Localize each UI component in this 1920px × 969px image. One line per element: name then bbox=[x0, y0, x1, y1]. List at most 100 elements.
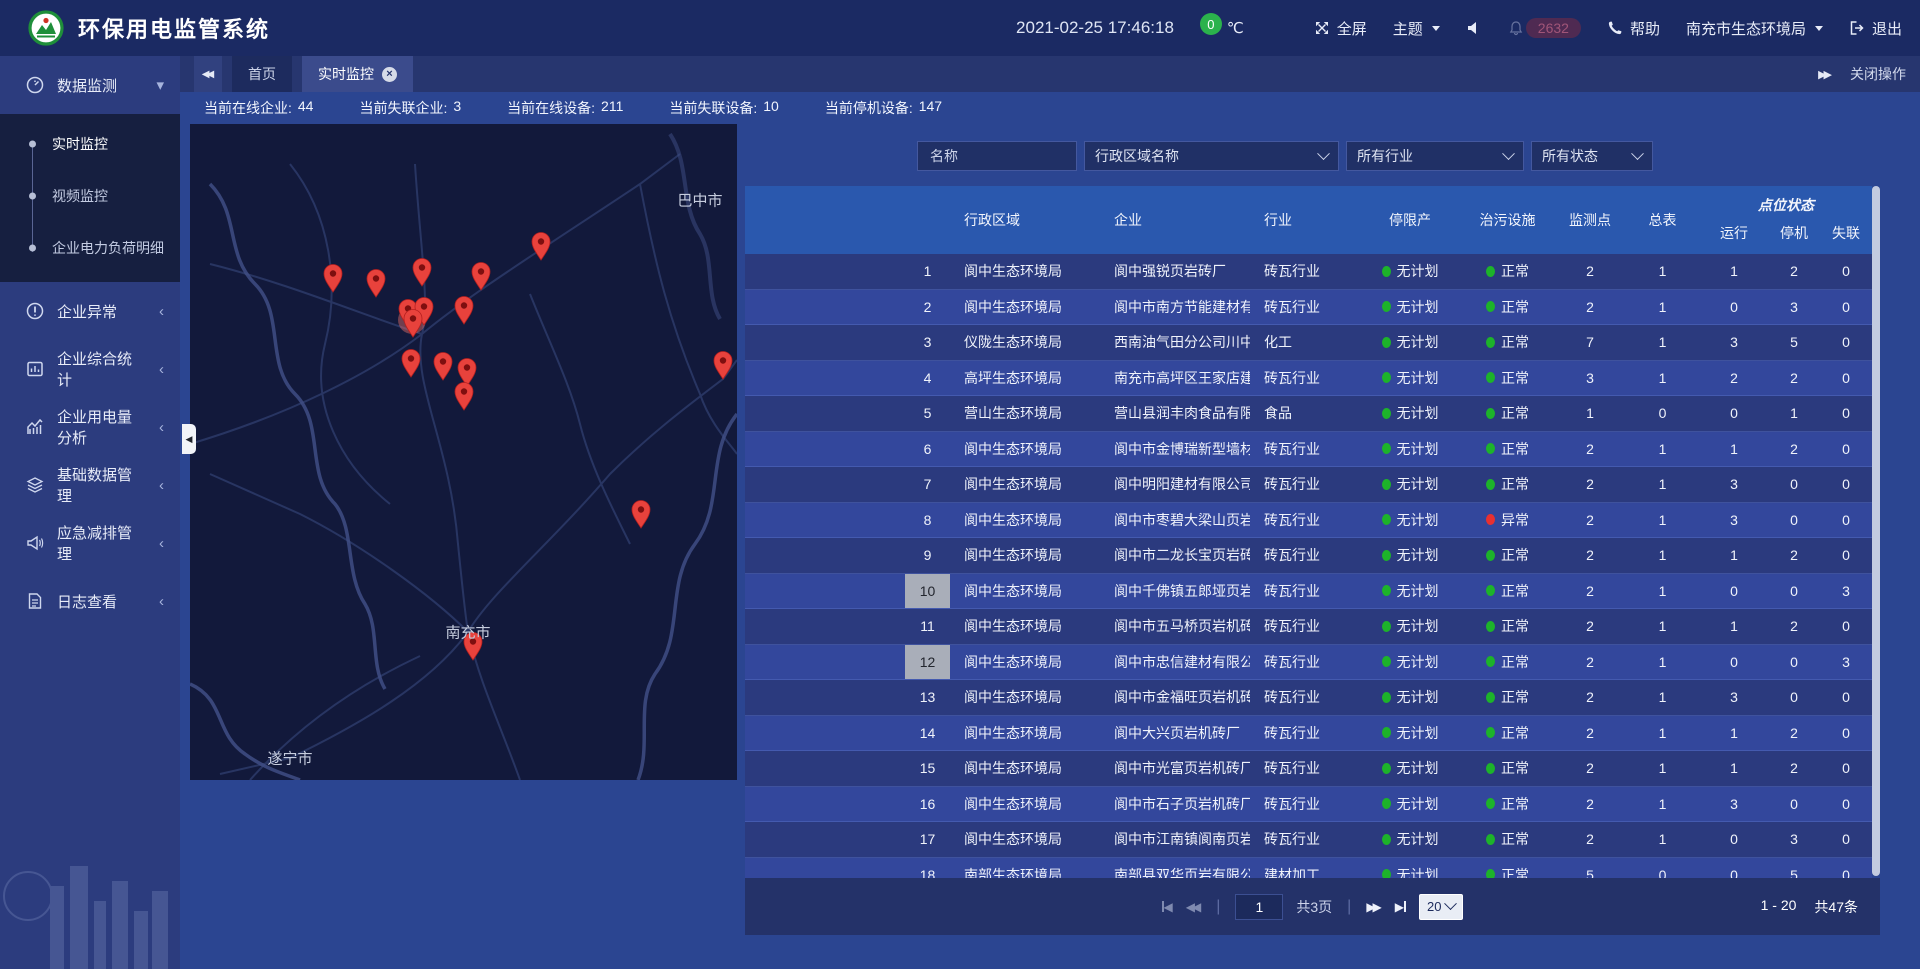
next-page-button[interactable]: ▶▶ bbox=[1366, 900, 1381, 914]
page-number-input[interactable] bbox=[1235, 894, 1283, 920]
mute-button[interactable] bbox=[1466, 20, 1482, 36]
sidebar-collapse-handle[interactable]: ◀ bbox=[182, 424, 196, 454]
cell-stopped: 2 bbox=[1768, 441, 1820, 457]
row-number: 17 bbox=[905, 822, 950, 857]
app-logo-icon bbox=[28, 10, 64, 46]
table-row[interactable]: 8 阆中生态环境局 阆中市枣碧大梁山页岩 砖瓦行业 无计划 异常 2 1 3 0… bbox=[745, 503, 1872, 539]
sidebar-item-video-monitor[interactable]: 视频监控 bbox=[0, 170, 180, 222]
table-row[interactable]: 9 阆中生态环境局 阆中市二龙长宝页岩砖 砖瓦行业 无计划 正常 2 1 1 2… bbox=[745, 538, 1872, 574]
cell-stopped: 2 bbox=[1768, 263, 1820, 279]
tabs-scroll-left-button[interactable]: ◀◀ bbox=[194, 56, 222, 92]
cell-limit-status: 无计划 bbox=[1360, 865, 1460, 878]
total-count-label: 共47条 bbox=[1814, 897, 1858, 917]
table-row[interactable]: 7 阆中生态环境局 阆中明阳建材有限公司 砖瓦行业 无计划 正常 2 1 3 0… bbox=[745, 467, 1872, 503]
last-page-button[interactable]: ▶ bbox=[1395, 900, 1406, 914]
sidebar-item-label: 基础数据管理 bbox=[57, 464, 146, 506]
map-pin-icon[interactable] bbox=[632, 501, 650, 529]
cell-limit-status: 无计划 bbox=[1360, 474, 1460, 494]
cell-total-meters: 1 bbox=[1625, 725, 1700, 741]
map-panel[interactable]: 巴中市南充市遂宁市 bbox=[190, 124, 737, 780]
cell-monitor-points: 2 bbox=[1555, 476, 1625, 492]
notifications-button[interactable]: 2632 bbox=[1508, 18, 1581, 38]
cell-total-meters: 0 bbox=[1625, 405, 1700, 421]
table-row[interactable]: 12 阆中生态环境局 阆中市忠信建材有限公 砖瓦行业 无计划 正常 2 1 0 … bbox=[745, 645, 1872, 681]
cell-total-meters: 1 bbox=[1625, 512, 1700, 528]
cell-company: 西南油气田分公司川中 bbox=[1100, 332, 1250, 352]
cell-facility-status: 正常 bbox=[1460, 723, 1555, 743]
pager-divider: | bbox=[1216, 898, 1220, 916]
sidebar-item-emergency-reduction[interactable]: 应急减排管理 ‹ bbox=[0, 514, 180, 572]
cell-total-meters: 1 bbox=[1625, 618, 1700, 634]
cell-stopped: 2 bbox=[1768, 370, 1820, 386]
status-filter-select[interactable]: 所有状态 bbox=[1531, 141, 1653, 171]
industry-filter-select[interactable]: 所有行业 bbox=[1346, 141, 1524, 171]
map-pin-icon[interactable] bbox=[455, 383, 473, 411]
map-canvas[interactable] bbox=[190, 124, 737, 780]
cell-stopped: 5 bbox=[1768, 334, 1820, 350]
stat-item: 当前失联设备:10 bbox=[669, 98, 778, 118]
table-row[interactable]: 18 南部生态环境局 南部县双华页岩有限公 建材加工 无计划 正常 5 0 0 … bbox=[745, 858, 1872, 879]
sidebar-item-power-load-detail[interactable]: 企业电力负荷明细 bbox=[0, 222, 180, 274]
table-row[interactable]: 3 仪陇生态环境局 西南油气田分公司川中 化工 无计划 正常 7 1 3 5 0 bbox=[745, 325, 1872, 361]
sidebar-item-enterprise-abnormal[interactable]: 企业异常 ‹ bbox=[0, 282, 180, 340]
table-row[interactable]: 11 阆中生态环境局 阆中市五马桥页岩机砖 砖瓦行业 无计划 正常 2 1 1 … bbox=[745, 609, 1872, 645]
cell-stopped: 3 bbox=[1768, 831, 1820, 847]
table-scrollbar[interactable] bbox=[1872, 186, 1880, 876]
previous-page-button[interactable]: ◀◀ bbox=[1186, 900, 1201, 914]
table-row[interactable]: 14 阆中生态环境局 阆中大兴页岩机砖厂 砖瓦行业 无计划 正常 2 1 1 2… bbox=[745, 716, 1872, 752]
sidebar-item-data-monitoring[interactable]: 数据监测 ▾ bbox=[0, 56, 180, 114]
cell-stopped: 0 bbox=[1768, 476, 1820, 492]
cell-monitor-points: 2 bbox=[1555, 512, 1625, 528]
close-operations-button[interactable]: 关闭操作 bbox=[1850, 64, 1906, 84]
table-row[interactable]: 5 营山生态环境局 营山县润丰肉食品有限 食品 无计划 正常 1 0 0 1 0 bbox=[745, 396, 1872, 432]
map-pin-icon[interactable] bbox=[324, 265, 342, 293]
cell-facility-status: 异常 bbox=[1460, 510, 1555, 530]
sidebar-item-realtime-monitor[interactable]: 实时监控 bbox=[0, 118, 180, 170]
map-pin-icon[interactable] bbox=[458, 359, 476, 387]
table-row[interactable]: 16 阆中生态环境局 阆中市石子页岩机砖厂 砖瓦行业 无计划 正常 2 1 3 … bbox=[745, 787, 1872, 823]
table-row[interactable]: 2 阆中生态环境局 阆中市南方节能建材有 砖瓦行业 无计划 正常 2 1 0 3… bbox=[745, 290, 1872, 326]
column-group-point-status: 点位状态 bbox=[1700, 195, 1872, 215]
sidebar-item-log-view[interactable]: 日志查看 ‹ bbox=[0, 572, 180, 630]
page-size-select[interactable]: 20 bbox=[1419, 894, 1463, 920]
cell-limit-status: 无计划 bbox=[1360, 332, 1460, 352]
table-row[interactable]: 6 阆中生态环境局 阆中市金博瑞新型墙材 砖瓦行业 无计划 正常 2 1 1 2… bbox=[745, 432, 1872, 468]
cell-industry: 砖瓦行业 bbox=[1250, 723, 1360, 743]
user-dropdown[interactable]: 南充市生态环境局 bbox=[1686, 18, 1823, 39]
column-header-stopped: 停机 bbox=[1768, 223, 1820, 254]
table-row[interactable]: 1 阆中生态环境局 阆中强锐页岩砖厂 砖瓦行业 无计划 正常 2 1 1 2 0 bbox=[745, 254, 1872, 290]
map-pin-icon[interactable] bbox=[455, 297, 473, 325]
first-page-button[interactable]: ◀ bbox=[1162, 900, 1173, 914]
table-row[interactable]: 17 阆中生态环境局 阆中市江南镇阆南页岩 砖瓦行业 无计划 正常 2 1 0 … bbox=[745, 822, 1872, 858]
table-row[interactable]: 4 高坪生态环境局 南充市高坪区王家店建 砖瓦行业 无计划 正常 3 1 2 2… bbox=[745, 361, 1872, 397]
close-icon[interactable]: × bbox=[382, 67, 397, 82]
cell-total-meters: 1 bbox=[1625, 441, 1700, 457]
row-number: 11 bbox=[905, 609, 950, 644]
sidebar-item-basic-data[interactable]: 基础数据管理 ‹ bbox=[0, 456, 180, 514]
double-chevron-right-icon[interactable]: ▶▶ bbox=[1818, 68, 1832, 81]
name-filter-input[interactable] bbox=[928, 147, 1066, 165]
sidebar-item-enterprise-statistics[interactable]: 企业综合统计 ‹ bbox=[0, 340, 180, 398]
map-pin-icon[interactable] bbox=[367, 270, 385, 298]
map-pin-icon[interactable] bbox=[413, 259, 431, 287]
map-pin-icon[interactable] bbox=[434, 353, 452, 381]
region-filter-select[interactable]: 行政区域名称 bbox=[1084, 141, 1339, 171]
table-row[interactable]: 15 阆中生态环境局 阆中市光富页岩机砖厂 砖瓦行业 无计划 正常 2 1 1 … bbox=[745, 751, 1872, 787]
map-pin-icon[interactable] bbox=[714, 352, 732, 380]
bell-icon bbox=[1508, 20, 1524, 36]
theme-dropdown[interactable]: 主题 bbox=[1393, 18, 1440, 39]
cell-offline: 0 bbox=[1820, 299, 1872, 315]
fullscreen-button[interactable]: 全屏 bbox=[1314, 18, 1367, 39]
logout-button[interactable]: 退出 bbox=[1849, 18, 1902, 39]
cell-total-meters: 1 bbox=[1625, 760, 1700, 776]
sidebar-item-power-analysis[interactable]: 企业用电量分析 ‹ bbox=[0, 398, 180, 456]
tab-home[interactable]: 首页 bbox=[232, 56, 292, 92]
name-filter-field[interactable] bbox=[917, 141, 1077, 171]
table-row[interactable]: 10 阆中生态环境局 阆中千佛镇五郎垭页岩 砖瓦行业 无计划 正常 2 1 0 … bbox=[745, 574, 1872, 610]
tab-realtime-monitor[interactable]: 实时监控 × bbox=[302, 56, 413, 92]
map-pin-icon[interactable] bbox=[402, 350, 420, 378]
help-button[interactable]: 帮助 bbox=[1607, 18, 1660, 39]
map-pin-icon[interactable] bbox=[532, 233, 550, 261]
cell-monitor-points: 1 bbox=[1555, 405, 1625, 421]
table-row[interactable]: 13 阆中生态环境局 阆中市金福旺页岩机砖 砖瓦行业 无计划 正常 2 1 3 … bbox=[745, 680, 1872, 716]
